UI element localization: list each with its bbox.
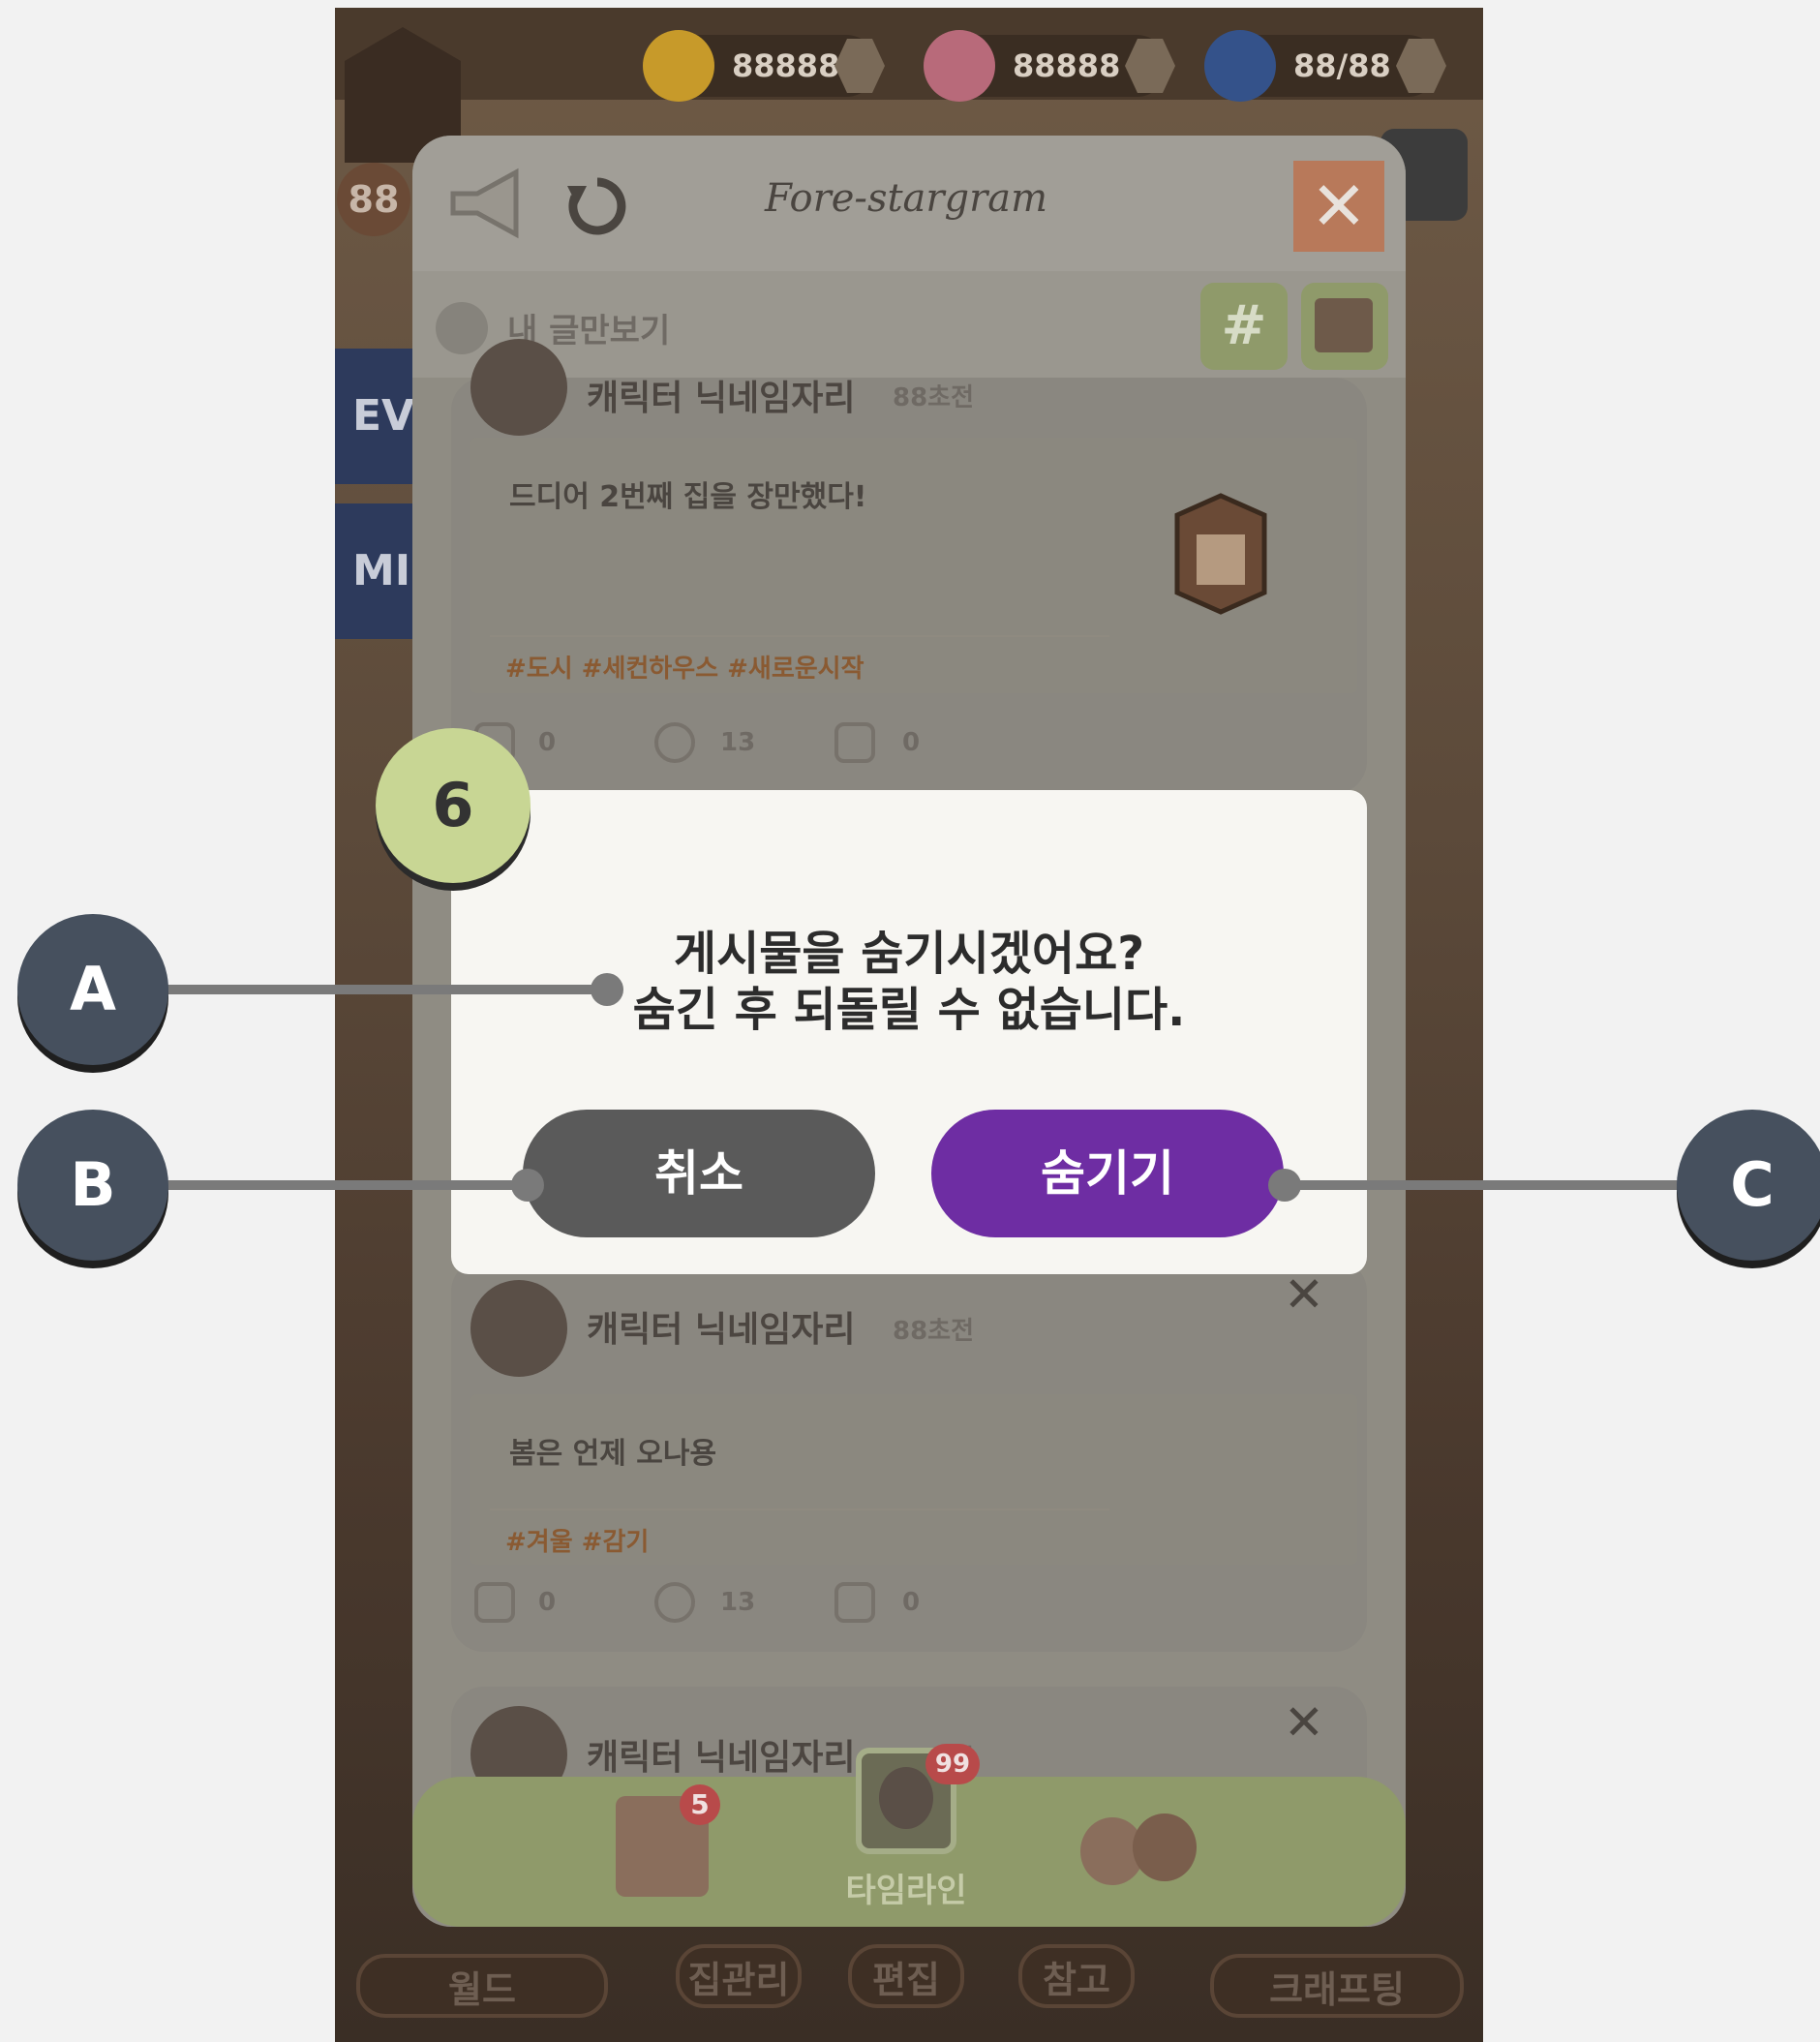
share-icon[interactable] [834, 722, 875, 763]
post-nickname: 캐릭터 닉네임자리 [587, 1738, 856, 1778]
post-nickname: 캐릭터 닉네임자리 [587, 379, 856, 418]
notification-badge: 99 [925, 1744, 980, 1784]
dialog-message: 게시물을 숨기시겠어요? 숨긴 후 되돌릴 수 없습니다. [451, 926, 1367, 1038]
hide-post-icon[interactable]: ✕ [1284, 1694, 1324, 1751]
post-nickname: 캐릭터 닉네임자리 [587, 1310, 856, 1350]
post-time: 88초전 [893, 383, 975, 412]
post-card: 캐릭터 닉네임자리 88초전 드디어 2번째 집을 장만했다! #도시 #세컨하… [451, 339, 1367, 794]
comment-count: 0 [538, 1588, 557, 1617]
avatar[interactable] [470, 339, 567, 436]
step-number-badge: 6 [376, 728, 531, 883]
avatar[interactable] [470, 1280, 567, 1377]
post-time: 88초전 [893, 1317, 975, 1346]
callout-b-line [165, 1180, 532, 1190]
hide-post-dialog: 게시물을 숨기시겠어요? 숨긴 후 되돌릴 수 없습니다. 취소 숨기기 [451, 790, 1367, 1274]
nav-house-manage[interactable]: 집관리 [676, 1944, 802, 2008]
post-body: 드디어 2번째 집을 장만했다! #도시 #세컨하우스 #새로운시작 [470, 438, 1357, 693]
close-button[interactable]: ✕ [1293, 161, 1384, 252]
house-item-icon [1174, 493, 1267, 615]
callout-b: B [17, 1110, 168, 1261]
tab-my-posts[interactable]: 5 [616, 1784, 720, 1897]
energy-counter: 88/88 [1204, 30, 1446, 102]
close-icon: ✕ [1310, 167, 1368, 246]
post-text: 봄은 언제 오나용 [509, 1437, 717, 1471]
divider [490, 1509, 1109, 1510]
add-energy-button[interactable] [1396, 39, 1446, 93]
comment-icon[interactable] [474, 1582, 515, 1623]
share-count: 0 [902, 1588, 921, 1617]
divider [490, 635, 1109, 637]
tab-friends[interactable] [1080, 1806, 1206, 1893]
panel-header: Fore-stargram ✕ [412, 136, 1406, 271]
callout-c-line [1288, 1180, 1694, 1190]
side-tab-mission[interactable]: MI [335, 503, 412, 639]
energy-value: 88/88 [1293, 47, 1391, 84]
post-card: 캐릭터 닉네임자리 88초전 ✕ 봄은 언제 오나용 #겨울 #감기 0 13 … [451, 1259, 1367, 1652]
coin-icon [643, 30, 714, 102]
hashtag-button[interactable]: # [1200, 283, 1288, 370]
gem-value: 88888 [1013, 47, 1121, 84]
hide-post-icon[interactable]: ✕ [1284, 1266, 1324, 1323]
post-body: 봄은 언제 오나용 #겨울 #감기 [470, 1394, 1357, 1565]
friend-face-icon [1133, 1813, 1197, 1881]
filter-toggle[interactable] [436, 302, 488, 354]
side-tab-event[interactable]: EV [335, 349, 414, 484]
add-gold-button[interactable] [834, 39, 885, 93]
comment-count: 0 [538, 728, 557, 757]
post-text: 드디어 2번째 집을 장만했다! [509, 480, 867, 514]
tab-timeline[interactable]: 99 [856, 1744, 980, 1854]
megaphone-icon[interactable] [443, 165, 531, 242]
nav-edit[interactable]: 편집 [848, 1944, 964, 2008]
character-portrait-icon [879, 1767, 933, 1829]
rainbow-star-icon [924, 30, 995, 102]
pentagon-gem-icon [1204, 30, 1276, 102]
callout-a-dot [591, 973, 623, 1006]
nav-reference[interactable]: 참고 [1018, 1944, 1135, 2008]
panel-title: Fore-stargram [764, 176, 1048, 221]
tab-timeline-label: 타임라인 [845, 1872, 967, 1910]
write-post-button[interactable] [1301, 283, 1388, 370]
nav-world[interactable]: 월드 [356, 1954, 608, 2018]
resource-bar: 88888 88888 88/88 [335, 8, 1483, 102]
share-icon[interactable] [834, 1582, 875, 1623]
callout-b-dot [511, 1169, 544, 1202]
callout-c-dot [1268, 1169, 1301, 1202]
like-count: 13 [720, 1588, 756, 1617]
callout-c: C [1677, 1110, 1820, 1261]
smile-icon[interactable] [654, 1582, 695, 1623]
share-count: 0 [902, 728, 921, 757]
like-count: 13 [720, 728, 756, 757]
post-tags[interactable]: #도시 #세컨하우스 #새로운시작 [505, 649, 864, 685]
filter-bar: 내 글만보기 # [412, 271, 1406, 378]
gold-counter: 88888 [643, 30, 885, 102]
nav-crafting[interactable]: 크래프팅 [1210, 1954, 1464, 2018]
gold-value: 88888 [732, 47, 840, 84]
gem-counter: 88888 [924, 30, 1175, 102]
panel-tab-bar: 5 99 타임라인 [412, 1744, 1406, 1927]
post-tags[interactable]: #겨울 #감기 [505, 1522, 649, 1558]
write-post-icon [1315, 298, 1373, 352]
callout-a: A [17, 914, 168, 1065]
level-badge: 88 [337, 163, 410, 236]
callout-a-line [165, 985, 608, 994]
smile-icon[interactable] [654, 722, 695, 763]
notification-badge: 5 [680, 1784, 720, 1825]
add-gem-button[interactable] [1125, 39, 1175, 93]
dialog-message-line1: 게시물을 숨기시겠어요? [673, 927, 1145, 981]
refresh-icon[interactable] [563, 172, 631, 240]
cancel-button[interactable]: 취소 [523, 1110, 875, 1237]
hide-confirm-button[interactable]: 숨기기 [931, 1110, 1284, 1237]
